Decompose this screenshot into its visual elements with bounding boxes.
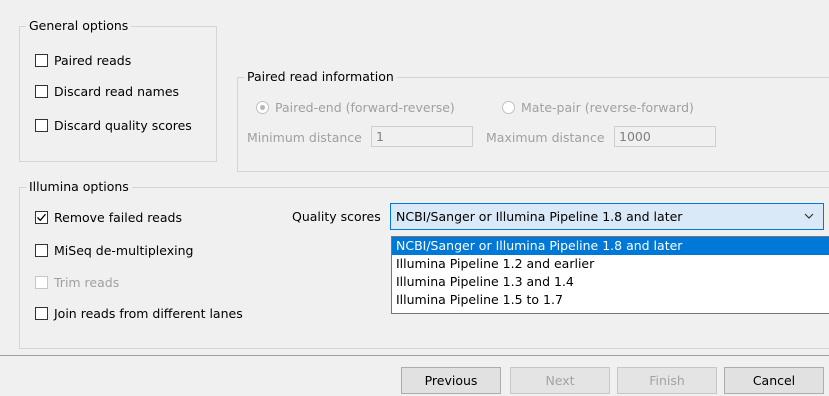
quality-option[interactable]: NCBI/Sanger or Illumina Pipeline 1.8 and… [392,237,829,255]
paired-end-label: Paired-end (forward-reverse) [275,99,455,115]
minimum-distance-label: Minimum distance [247,130,362,145]
trim-reads-label: Trim reads [54,274,120,290]
join-lanes-label: Join reads from different lanes [54,305,243,321]
general-options-title: General options [26,18,132,34]
miseq-demultiplexing-label: MiSeq de-multiplexing [54,242,194,258]
maximum-distance-label: Maximum distance [486,130,605,145]
discard-read-names-label: Discard read names [54,83,180,99]
paired-end-radio[interactable]: Paired-end (forward-reverse) [256,98,455,116]
quality-scores-dropdown: NCBI/Sanger or Illumina Pipeline 1.8 and… [391,236,829,314]
maximum-distance-field[interactable]: 1000 [614,126,716,147]
paired-reads-label: Paired reads [54,52,132,68]
remove-failed-reads-box[interactable] [35,210,48,224]
mate-pair-label: Mate-pair (reverse-forward) [521,99,694,115]
radio-dot-icon [260,104,265,110]
join-lanes-checkbox[interactable]: Join reads from different lanes [35,304,243,322]
paired-read-info-title: Paired read information [244,69,397,85]
remove-failed-reads-label: Remove failed reads [54,209,182,225]
miseq-demultiplexing-box[interactable] [35,243,48,257]
quality-scores-select[interactable]: NCBI/Sanger or Illumina Pipeline 1.8 and… [390,203,824,230]
quality-option[interactable]: Illumina Pipeline 1.5 to 1.7 [392,291,829,309]
paired-read-info-group: Paired read information [237,69,829,172]
previous-button[interactable]: Previous [401,367,501,394]
remove-failed-reads-checkbox[interactable]: Remove failed reads [35,208,182,226]
discard-read-names-checkbox[interactable]: Discard read names [35,82,179,100]
paired-reads-box[interactable] [35,53,48,67]
discard-read-names-box[interactable] [35,84,48,98]
discard-quality-scores-box[interactable] [35,118,48,132]
discard-quality-scores-checkbox[interactable]: Discard quality scores [35,116,192,134]
finish-button[interactable]: Finish [617,367,717,394]
cancel-button[interactable]: Cancel [724,367,824,394]
mate-pair-radio[interactable]: Mate-pair (reverse-forward) [502,98,694,116]
illumina-options-title: Illumina options [26,179,132,195]
discard-quality-scores-label: Discard quality scores [54,117,192,133]
quality-scores-value: NCBI/Sanger or Illumina Pipeline 1.8 and… [396,209,683,224]
next-button[interactable]: Next [510,367,610,394]
mate-pair-radio-circle[interactable] [502,100,515,114]
miseq-demultiplexing-checkbox[interactable]: MiSeq de-multiplexing [35,241,193,259]
paired-end-radio-circle[interactable] [256,100,269,114]
quality-option[interactable]: Illumina Pipeline 1.2 and earlier [392,255,829,273]
trim-reads-box[interactable] [35,275,48,289]
quality-option[interactable]: Illumina Pipeline 1.3 and 1.4 [392,273,829,291]
trim-reads-checkbox[interactable]: Trim reads [35,273,119,291]
footer-separator [0,355,829,356]
minimum-distance-field[interactable]: 1 [371,126,473,147]
chevron-down-icon [804,213,814,219]
join-lanes-box[interactable] [35,306,48,320]
quality-scores-label: Quality scores [292,209,381,224]
paired-reads-checkbox[interactable]: Paired reads [35,51,131,69]
checkmark-icon [37,213,46,221]
